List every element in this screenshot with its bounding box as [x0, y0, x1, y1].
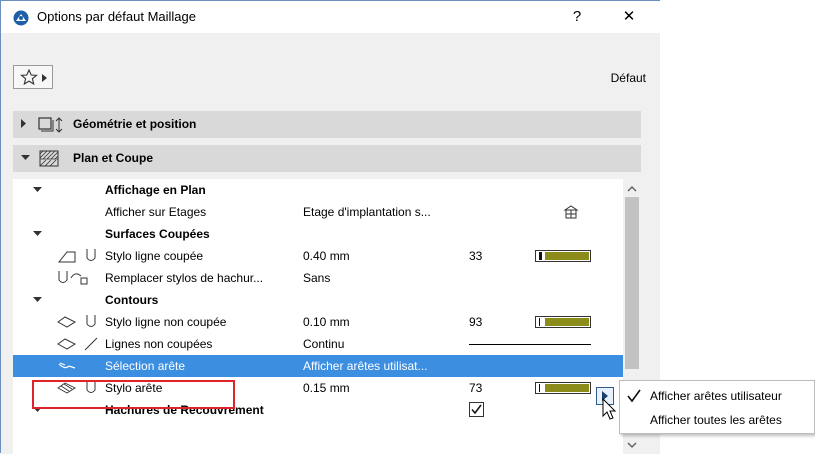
pen-color-swatch[interactable]: [535, 250, 591, 262]
pen-number[interactable]: 93: [469, 315, 482, 329]
property-name: Lignes non coupées: [105, 337, 213, 351]
uncut-line-icon: [57, 338, 77, 350]
expand-arrow-icon: [21, 119, 26, 128]
property-value[interactable]: Afficher arêtes utilisat...: [303, 359, 428, 373]
plan-section-icon: [39, 150, 59, 167]
menu-item-show-all-edges[interactable]: Afficher toutes les arêtes: [620, 408, 814, 432]
menu-item-label: Afficher toutes les arêtes: [650, 413, 782, 427]
pen-color-swatch[interactable]: [535, 316, 591, 328]
collapse-arrow-icon: [21, 155, 30, 160]
scroll-down-icon[interactable]: [627, 441, 637, 449]
highlight-box: [32, 380, 235, 409]
property-value[interactable]: 0.10 mm: [303, 315, 350, 329]
row-uncut-line-pen[interactable]: Stylo ligne non coupée 0.10 mm 93: [13, 311, 623, 333]
line-type-preview[interactable]: [469, 344, 591, 345]
cut-line-icon: [57, 251, 76, 263]
pen-color-swatch[interactable]: [535, 382, 591, 394]
row-show-on-stories[interactable]: Afficher sur Etages Etage d'implantation…: [13, 201, 623, 223]
help-button[interactable]: ?: [559, 5, 595, 29]
collapse-arrow-icon: [33, 231, 42, 236]
mouse-cursor-icon: [602, 398, 617, 420]
story-icon[interactable]: [563, 204, 579, 220]
property-value[interactable]: Etage d'implantation s...: [303, 205, 431, 219]
property-name: Stylo ligne coupée: [105, 249, 204, 263]
dialog-title: Options par défaut Maillage: [37, 9, 196, 24]
menu-item-label: Afficher arêtes utilisateur: [650, 389, 782, 403]
scrollbar-thumb[interactable]: [625, 197, 639, 369]
group-label: Contours: [105, 293, 159, 307]
preset-label: Défaut: [610, 71, 646, 85]
row-override-fill-pens[interactable]: Remplacer stylos de hachur... Sans: [13, 267, 623, 289]
pen-number[interactable]: 73: [469, 381, 482, 395]
property-value[interactable]: 0.40 mm: [303, 249, 350, 263]
group-label: Surfaces Coupées: [105, 227, 210, 241]
mesh-edge-icon: [58, 362, 76, 369]
property-name: Sélection arête: [105, 359, 186, 373]
section-label: Géométrie et position: [73, 117, 197, 131]
section-plan-section[interactable]: Plan et Coupe: [13, 145, 641, 172]
property-value[interactable]: Sans: [303, 271, 330, 285]
star-icon: [20, 69, 38, 85]
group-cut-surfaces[interactable]: Surfaces Coupées: [13, 223, 623, 245]
pen-icon: [86, 249, 96, 261]
group-floorplan-display[interactable]: Affichage en Plan: [13, 179, 623, 201]
uncut-line-icon: [57, 316, 77, 328]
group-outlines[interactable]: Contours: [13, 289, 623, 311]
property-value[interactable]: Continu: [303, 337, 344, 351]
section-geometry[interactable]: Géométrie et position: [13, 111, 641, 138]
row-cut-line-pen[interactable]: Stylo ligne coupée 0.40 mm 33: [13, 245, 623, 267]
group-label: Affichage en Plan: [105, 183, 206, 197]
edge-selection-menu: Afficher arêtes utilisateur Afficher tou…: [619, 380, 815, 434]
pen-number[interactable]: 33: [469, 249, 482, 263]
menu-item-show-user-edges[interactable]: Afficher arêtes utilisateur: [620, 384, 814, 408]
line-type-icon: [84, 337, 98, 351]
row-edge-selection[interactable]: Sélection arête Afficher arêtes utilisat…: [13, 355, 623, 377]
chevron-right-icon: [42, 74, 47, 82]
collapse-arrow-icon: [33, 297, 42, 302]
property-value[interactable]: 0.15 mm: [303, 381, 350, 395]
section-label: Plan et Coupe: [73, 151, 154, 165]
geometry-icon: [38, 117, 63, 133]
collapse-arrow-icon: [33, 187, 42, 192]
property-name: Afficher sur Etages: [105, 205, 207, 219]
row-uncut-lines[interactable]: Lignes non coupées Continu: [13, 333, 623, 355]
cover-fills-checkbox[interactable]: [469, 402, 484, 417]
archicad-icon: [13, 10, 29, 26]
checkmark-icon: [627, 389, 641, 403]
close-button[interactable]: ✕: [611, 5, 647, 29]
pen-icon: [86, 315, 96, 327]
property-table: Affichage en Plan Afficher sur Etages Et…: [13, 179, 623, 454]
favorites-button[interactable]: [13, 65, 53, 89]
scroll-up-icon[interactable]: [627, 185, 637, 193]
title-bar: Options par défaut Maillage ? ✕: [1, 1, 660, 33]
property-name: Remplacer stylos de hachur...: [105, 271, 264, 285]
override-pen-icon: [58, 271, 88, 285]
property-name: Stylo ligne non coupée: [105, 315, 227, 329]
